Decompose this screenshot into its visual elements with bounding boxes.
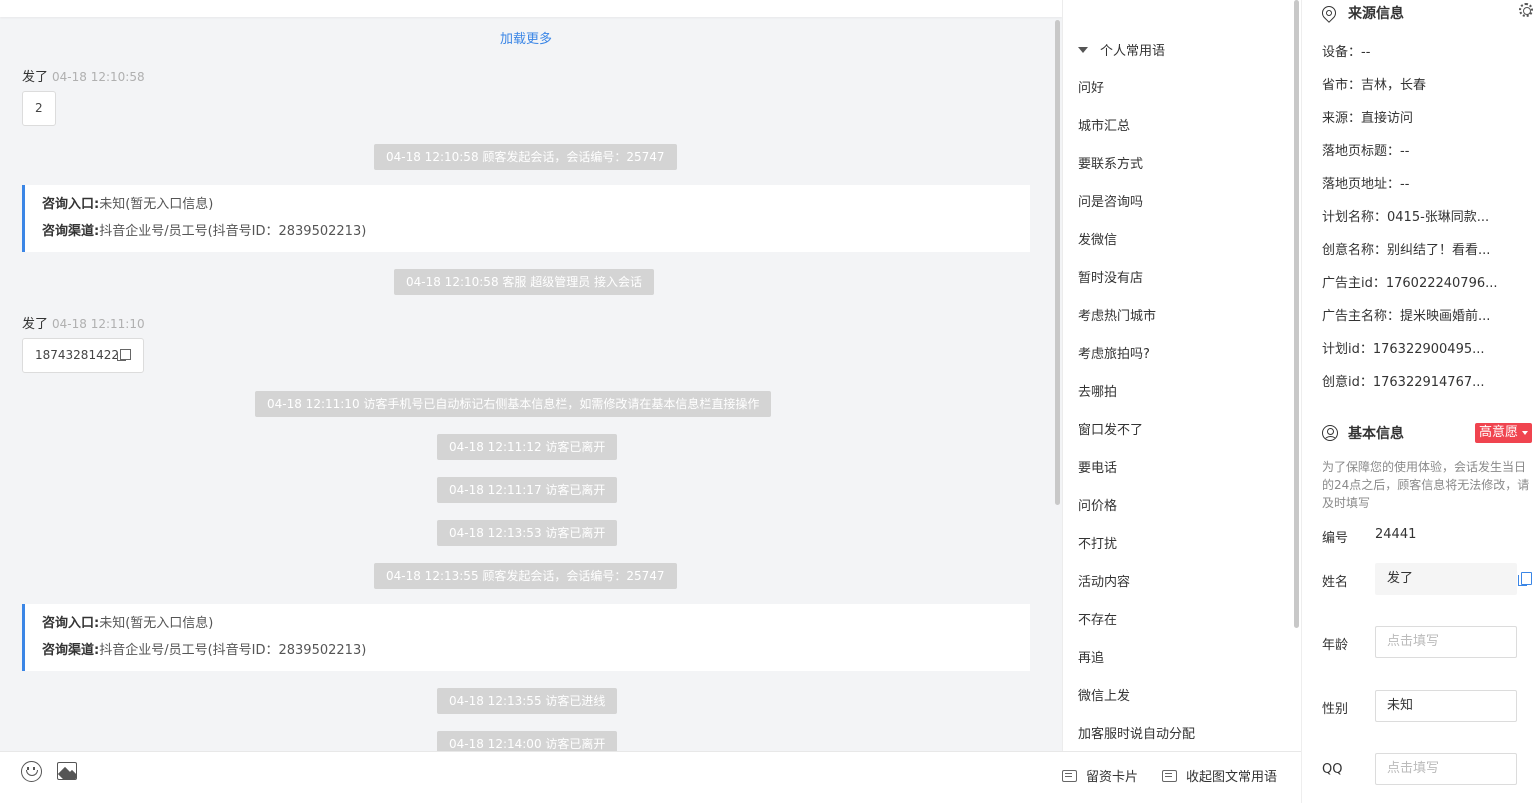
phrase-item[interactable]: 去哪拍: [1078, 381, 1117, 400]
image-icon[interactable]: [57, 762, 77, 780]
source-info-row: 落地页标题：--: [1322, 144, 1410, 159]
phrase-item[interactable]: 暂时没有店: [1078, 267, 1143, 286]
phrase-panel: [1062, 0, 1301, 751]
source-info-row: 计划名称：0415-张琳同款...: [1322, 210, 1490, 225]
phrase-item[interactable]: 不存在: [1078, 609, 1117, 628]
card-icon: [1162, 769, 1177, 782]
phrase-scrollbar[interactable]: [1294, 0, 1299, 628]
message-header: 发了 04-18 12:10:58: [22, 66, 145, 85]
sender-name: 发了: [22, 70, 49, 85]
phrase-item[interactable]: 不打扰: [1078, 533, 1117, 552]
location-pin-icon: [1319, 3, 1339, 23]
channel-label: 咨询渠道:: [42, 643, 100, 658]
channel-value: 抖音企业号/员工号(抖音号ID：2839502213): [99, 643, 367, 658]
copy-icon[interactable]: [116, 349, 131, 361]
card-icon: [1062, 769, 1077, 782]
load-more-link[interactable]: 加载更多: [0, 28, 1052, 47]
gender-select[interactable]: 未知: [1375, 690, 1517, 722]
phrase-group-label: 个人常用语: [1100, 44, 1166, 59]
qq-field[interactable]: 点击填写: [1375, 753, 1517, 785]
input-toolbar: 留资卡片 收起图文常用语: [0, 751, 1301, 803]
channel-label: 咨询渠道:: [42, 224, 100, 239]
edit-notice: 为了保障您的使用体验，会话发生当日的24点之后，顾客信息将无法修改，请及时填写: [1322, 460, 1530, 510]
age-field[interactable]: 点击填写: [1375, 626, 1517, 658]
entry-label: 咨询入口:: [42, 616, 100, 631]
user-icon: [1322, 425, 1338, 441]
message-time: 04-18 12:10:58: [52, 70, 145, 84]
system-message: 04-18 12:10:58 顾客发起会话，会话编号：25747: [374, 144, 677, 170]
source-info-row: 落地页地址：--: [1322, 177, 1410, 192]
phrase-item[interactable]: 考虑热门城市: [1078, 305, 1156, 324]
caret-down-icon: [1078, 46, 1088, 53]
gender-label: 性别: [1322, 702, 1349, 717]
source-info-title: 来源信息: [1319, 3, 1404, 23]
source-info-row: 设备：--: [1322, 45, 1371, 60]
phrase-group-title[interactable]: 个人常用语: [1078, 40, 1165, 59]
system-message: 04-18 12:11:10 访客手机号已自动标记右侧基本信息栏，如需修改请在基…: [255, 391, 772, 417]
qq-label: QQ: [1322, 762, 1343, 777]
id-value: 24441: [1375, 527, 1417, 542]
lead-card-button[interactable]: 留资卡片: [1062, 766, 1138, 785]
phrase-item[interactable]: 问价格: [1078, 495, 1117, 514]
message-bubble[interactable]: 2: [22, 91, 56, 126]
entry-label: 咨询入口:: [42, 197, 100, 212]
phrase-item[interactable]: 问是咨询吗: [1078, 191, 1143, 210]
name-field[interactable]: 发了: [1375, 563, 1517, 595]
phone-number: 18743281422: [35, 348, 119, 362]
source-info-row: 计划id：176322900495...: [1322, 342, 1485, 357]
system-message: 04-18 12:13:53 访客已离开: [437, 520, 618, 546]
phrase-item[interactable]: 再追: [1078, 647, 1104, 666]
age-label: 年龄: [1322, 638, 1349, 653]
message-header: 发了 04-18 12:11:10: [22, 313, 145, 332]
sender-name: 发了: [22, 317, 49, 332]
channel-value: 抖音企业号/员工号(抖音号ID：2839502213): [99, 224, 367, 239]
entry-value: 未知(暂无入口信息): [99, 616, 214, 631]
source-info-row: 来源：直接访问: [1322, 111, 1414, 126]
system-message: 04-18 12:11:12 访客已离开: [437, 434, 618, 460]
phrase-item[interactable]: 窗口发不了: [1078, 419, 1143, 438]
name-label: 姓名: [1322, 575, 1349, 590]
intent-level-badge[interactable]: 高意愿: [1475, 423, 1532, 443]
chat-workspace: 加载更多 发了 04-18 12:10:58 2 04-18 12:10:58 顾…: [0, 0, 1533, 803]
copy-icon[interactable]: [1518, 572, 1532, 586]
source-info-row: 广告主名称：提米映画婚前...: [1322, 309, 1491, 324]
chat-top-bar: [0, 0, 1062, 17]
consult-info-card: 咨询入口:未知(暂无入口信息) 咨询渠道:抖音企业号/员工号(抖音号ID：283…: [22, 604, 1030, 671]
message-time: 04-18 12:11:10: [52, 317, 145, 331]
system-message: 04-18 12:10:58 客服 超级管理员 接入会话: [394, 269, 655, 295]
system-message: 04-18 12:11:17 访客已离开: [437, 477, 618, 503]
source-info-label: 来源信息: [1348, 6, 1404, 22]
phrase-item[interactable]: 问好: [1078, 77, 1104, 96]
phrase-item[interactable]: 加客服时说自动分配: [1078, 723, 1195, 742]
source-info-row: 创意名称：别纠结了！看看...: [1322, 243, 1491, 258]
phrase-item[interactable]: 考虑旅拍吗?: [1078, 343, 1150, 362]
source-info-row: 创意id：176322914767...: [1322, 375, 1485, 390]
source-info-row: 广告主id：176022240796...: [1322, 276, 1498, 291]
basic-info-title: 基本信息: [1322, 423, 1404, 443]
chat-area[interactable]: 加载更多 发了 04-18 12:10:58 2 04-18 12:10:58 顾…: [0, 0, 1062, 751]
emoji-icon[interactable]: [21, 761, 42, 782]
collapse-phrases-button[interactable]: 收起图文常用语: [1162, 766, 1277, 785]
entry-value: 未知(暂无入口信息): [99, 197, 214, 212]
basic-info-label: 基本信息: [1348, 426, 1404, 442]
phrase-item[interactable]: 要电话: [1078, 457, 1117, 476]
id-label: 编号: [1322, 531, 1349, 546]
phrase-item[interactable]: 活动内容: [1078, 571, 1130, 590]
phrase-item[interactable]: 微信上发: [1078, 685, 1130, 704]
message-bubble[interactable]: 18743281422: [22, 338, 144, 373]
collapse-phrases-label: 收起图文常用语: [1186, 770, 1278, 785]
system-message: 04-18 12:14:00 访客已离开: [437, 731, 618, 751]
system-message: 04-18 12:13:55 顾客发起会话，会话编号：25747: [374, 563, 677, 589]
system-message: 04-18 12:13:55 访客已进线: [437, 688, 618, 714]
phrase-item[interactable]: 发微信: [1078, 229, 1117, 248]
settings-icon[interactable]: [1519, 3, 1533, 17]
source-info-row: 省市：吉林，长春: [1322, 78, 1427, 93]
phrase-item[interactable]: 要联系方式: [1078, 153, 1143, 172]
phrase-item[interactable]: 城市汇总: [1078, 115, 1130, 134]
lead-card-label: 留资卡片: [1086, 770, 1139, 785]
consult-info-card: 咨询入口:未知(暂无入口信息) 咨询渠道:抖音企业号/员工号(抖音号ID：283…: [22, 185, 1030, 252]
chat-scrollbar[interactable]: [1055, 20, 1060, 505]
